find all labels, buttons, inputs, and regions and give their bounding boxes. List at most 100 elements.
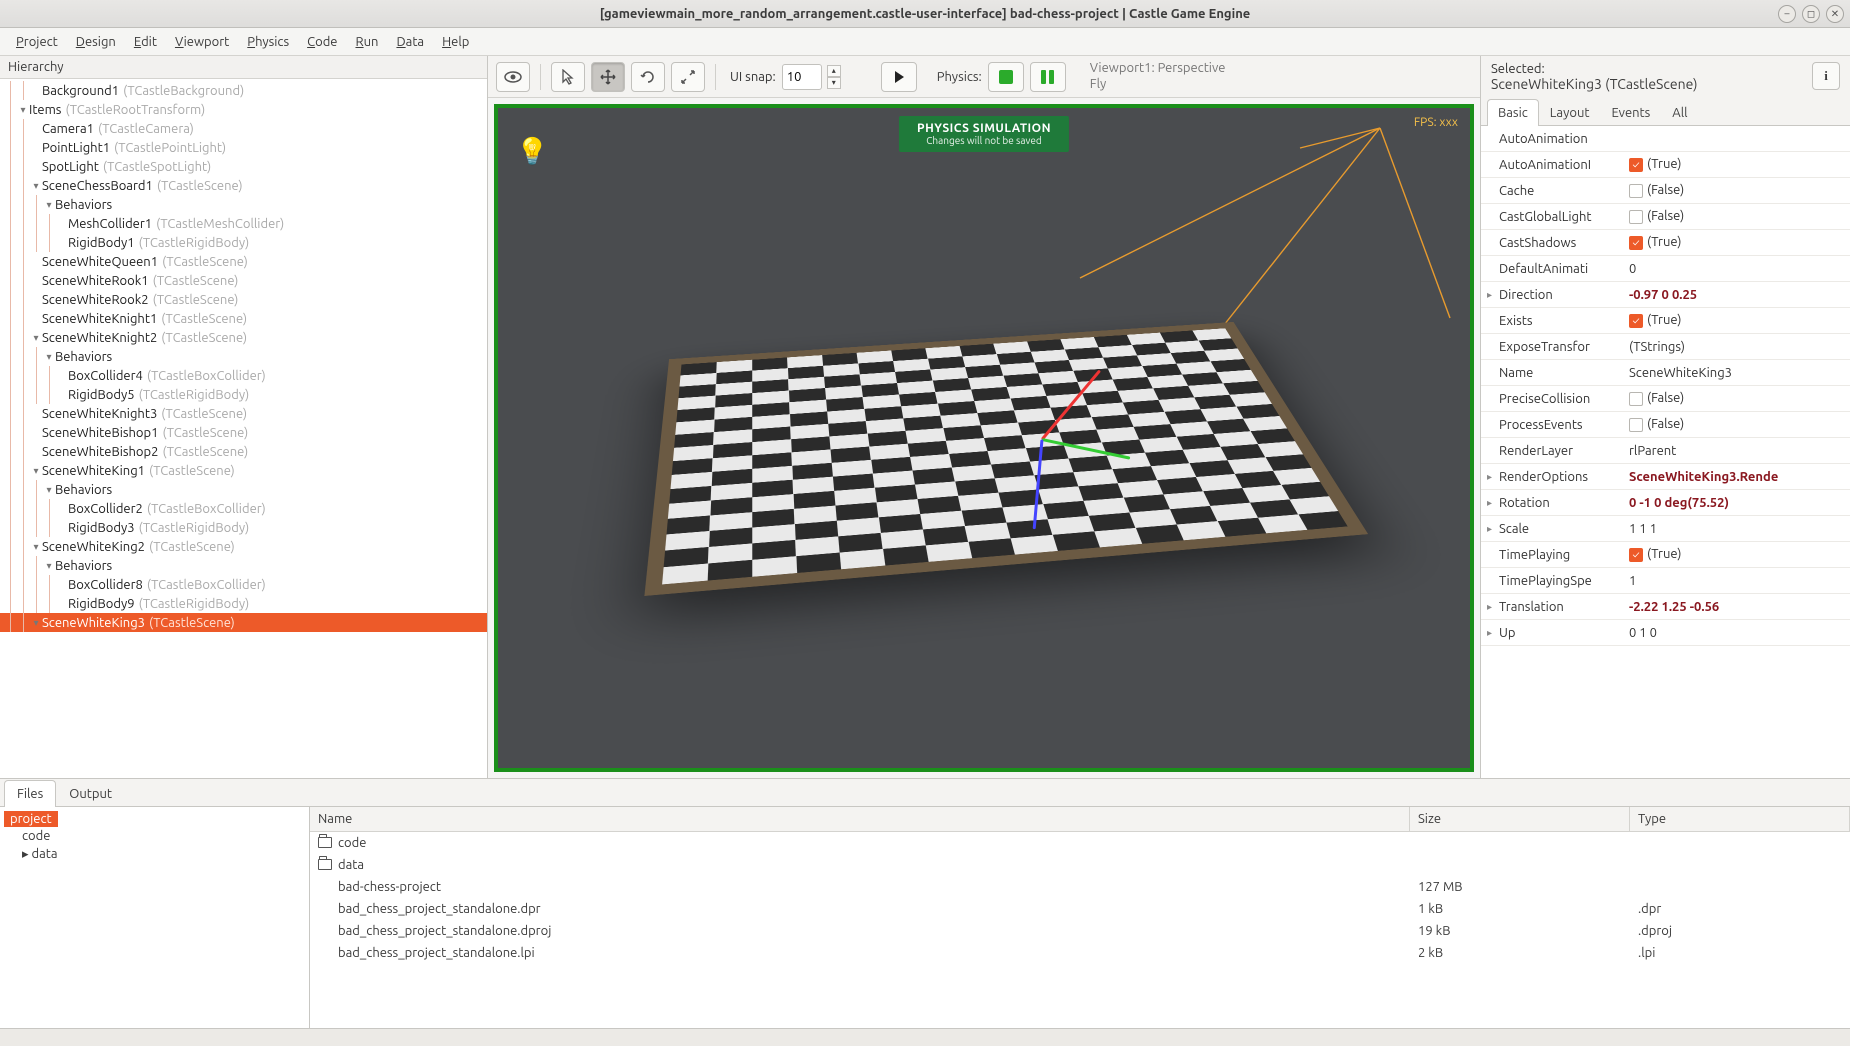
inspector-tab-layout[interactable]: Layout [1539, 99, 1601, 126]
prop-renderlayer[interactable]: RenderLayerrlParent [1481, 438, 1850, 464]
hierarchy-tree[interactable]: Background1(TCastleBackground)▾Items(TCa… [0, 79, 487, 778]
tree-item-boxcollider4[interactable]: BoxCollider4(TCastleBoxCollider) [0, 366, 487, 385]
checkbox-icon[interactable] [1629, 236, 1643, 250]
prop-renderoptions[interactable]: ▸RenderOptionsSceneWhiteKing3.Rende [1481, 464, 1850, 490]
menu-code[interactable]: Code [299, 31, 345, 53]
tree-item-scenewhitebishop2[interactable]: SceneWhiteBishop2(TCastleScene) [0, 442, 487, 461]
prop-defaultanimati[interactable]: DefaultAnimati0 [1481, 256, 1850, 282]
tree-item-scenewhitequeen1[interactable]: SceneWhiteQueen1(TCastleScene) [0, 252, 487, 271]
file-tree[interactable]: projectcode▸ data [0, 807, 310, 1028]
file-list[interactable]: Name Size Type codedatabad-chess-project… [310, 807, 1850, 1028]
tree-item-boxcollider8[interactable]: BoxCollider8(TCastleBoxCollider) [0, 575, 487, 594]
physics-stop-button[interactable] [988, 62, 1024, 92]
tree-item-rigidbody3[interactable]: RigidBody3(TCastleRigidBody) [0, 518, 487, 537]
tree-item-behaviors[interactable]: ▾Behaviors [0, 556, 487, 575]
filetree-code[interactable]: code [18, 827, 305, 845]
tree-item-pointlight1[interactable]: PointLight1(TCastlePointLight) [0, 138, 487, 157]
prop-autoanimationi[interactable]: AutoAnimationI(True) [1481, 152, 1850, 178]
tree-item-behaviors[interactable]: ▾Behaviors [0, 347, 487, 366]
tree-item-scenechessboard1[interactable]: ▾SceneChessBoard1(TCastleScene) [0, 176, 487, 195]
menu-physics[interactable]: Physics [239, 31, 297, 53]
prop-exists[interactable]: Exists(True) [1481, 308, 1850, 334]
menu-data[interactable]: Data [388, 31, 432, 53]
file-row[interactable]: bad_chess_project_standalone.dpr1 kB.dpr [310, 898, 1850, 920]
menu-viewport[interactable]: Viewport [167, 31, 237, 53]
tree-item-behaviors[interactable]: ▾Behaviors [0, 195, 487, 214]
tree-item-scenewhiteking1[interactable]: ▾SceneWhiteKing1(TCastleScene) [0, 461, 487, 480]
file-row[interactable]: code [310, 832, 1850, 854]
close-button[interactable]: ✕ [1826, 5, 1844, 23]
file-row[interactable]: bad_chess_project_standalone.lpi2 kB.lpi [310, 942, 1850, 964]
menu-design[interactable]: Design [68, 31, 124, 53]
bottom-tab-output[interactable]: Output [56, 780, 125, 807]
bottom-tab-files[interactable]: Files [4, 780, 56, 807]
maximize-button[interactable]: ◻ [1802, 5, 1820, 23]
physics-pause-button[interactable] [1030, 62, 1066, 92]
checkbox-icon[interactable] [1629, 314, 1643, 328]
inspector-tab-all[interactable]: All [1661, 99, 1698, 126]
tree-item-rigidbody9[interactable]: RigidBody9(TCastleRigidBody) [0, 594, 487, 613]
tree-item-scenewhiteknight3[interactable]: SceneWhiteKnight3(TCastleScene) [0, 404, 487, 423]
checkbox-icon[interactable] [1629, 184, 1643, 198]
property-grid[interactable]: AutoAnimationAutoAnimationI(True)Cache(F… [1481, 126, 1850, 778]
menu-help[interactable]: Help [434, 31, 477, 53]
select-tool-button[interactable] [551, 62, 585, 92]
tree-item-scenewhiterook1[interactable]: SceneWhiteRook1(TCastleScene) [0, 271, 487, 290]
prop-castshadows[interactable]: CastShadows(True) [1481, 230, 1850, 256]
play-button[interactable] [881, 62, 917, 92]
tree-item-scenewhiteking2[interactable]: ▾SceneWhiteKing2(TCastleScene) [0, 537, 487, 556]
file-row[interactable]: bad_chess_project_standalone.dproj19 kB.… [310, 920, 1850, 942]
checkbox-icon[interactable] [1629, 548, 1643, 562]
prop-timeplaying[interactable]: TimePlaying(True) [1481, 542, 1850, 568]
inspector-tab-basic[interactable]: Basic [1487, 99, 1539, 126]
prop-up[interactable]: ▸Up0 1 0 [1481, 620, 1850, 646]
checkbox-icon[interactable] [1629, 210, 1643, 224]
prop-name[interactable]: NameSceneWhiteKing3 [1481, 360, 1850, 386]
checkbox-icon[interactable] [1629, 392, 1643, 406]
uisnap-down[interactable]: ▾ [827, 77, 841, 89]
uisnap-up[interactable]: ▴ [827, 65, 841, 77]
tree-item-scenewhiteknight1[interactable]: SceneWhiteKnight1(TCastleScene) [0, 309, 487, 328]
prop-direction[interactable]: ▸Direction-0.97 0 0.25 [1481, 282, 1850, 308]
tree-item-boxcollider2[interactable]: BoxCollider2(TCastleBoxCollider) [0, 499, 487, 518]
menu-run[interactable]: Run [347, 31, 386, 53]
tree-item-rigidbody5[interactable]: RigidBody5(TCastleRigidBody) [0, 385, 487, 404]
filetree-project[interactable]: project [4, 811, 58, 827]
file-row[interactable]: bad-chess-project127 MB [310, 876, 1850, 898]
info-button[interactable]: i [1812, 62, 1840, 90]
transform-gizmo[interactable] [1042, 438, 1044, 440]
file-row[interactable]: data [310, 854, 1850, 876]
tree-item-rigidbody1[interactable]: RigidBody1(TCastleRigidBody) [0, 233, 487, 252]
prop-scale[interactable]: ▸Scale1 1 1 [1481, 516, 1850, 542]
prop-cache[interactable]: Cache(False) [1481, 178, 1850, 204]
rotate-tool-button[interactable] [631, 62, 665, 92]
prop-castgloballight[interactable]: CastGlobalLight(False) [1481, 204, 1850, 230]
inspector-tab-events[interactable]: Events [1600, 99, 1661, 126]
scale-tool-button[interactable] [671, 62, 705, 92]
tree-item-background1[interactable]: Background1(TCastleBackground) [0, 81, 487, 100]
tree-item-camera1[interactable]: Camera1(TCastleCamera) [0, 119, 487, 138]
viewport-3d[interactable]: PHYSICS SIMULATION Changes will not be s… [494, 104, 1474, 772]
tree-item-scenewhiteking3[interactable]: ▾SceneWhiteKing3(TCastleScene) [0, 613, 487, 632]
prop-autoanimation[interactable]: AutoAnimation [1481, 126, 1850, 152]
prop-translation[interactable]: ▸Translation-2.22 1.25 -0.56 [1481, 594, 1850, 620]
tree-item-scenewhiterook2[interactable]: SceneWhiteRook2(TCastleScene) [0, 290, 487, 309]
tree-item-scenewhiteknight2[interactable]: ▾SceneWhiteKnight2(TCastleScene) [0, 328, 487, 347]
tree-item-items[interactable]: ▾Items(TCastleRootTransform) [0, 100, 487, 119]
prop-exposetransfor[interactable]: ExposeTransfor(TStrings) [1481, 334, 1850, 360]
prop-timeplayingspe[interactable]: TimePlayingSpe1 [1481, 568, 1850, 594]
prop-rotation[interactable]: ▸Rotation0 -1 0 deg(75.52) [1481, 490, 1850, 516]
menu-project[interactable]: Project [8, 31, 66, 53]
tree-item-scenewhitebishop1[interactable]: SceneWhiteBishop1(TCastleScene) [0, 423, 487, 442]
minimize-button[interactable]: – [1778, 5, 1796, 23]
tree-item-behaviors[interactable]: ▾Behaviors [0, 480, 487, 499]
prop-processevents[interactable]: ProcessEvents(False) [1481, 412, 1850, 438]
move-tool-button[interactable] [591, 62, 625, 92]
prop-precisecollision[interactable]: PreciseCollision(False) [1481, 386, 1850, 412]
filetree-data[interactable]: ▸ data [18, 845, 305, 864]
checkbox-icon[interactable] [1629, 418, 1643, 432]
uisnap-input[interactable] [782, 64, 822, 90]
toggle-visibility-button[interactable] [496, 62, 530, 92]
tree-item-meshcollider1[interactable]: MeshCollider1(TCastleMeshCollider) [0, 214, 487, 233]
tree-item-spotlight[interactable]: SpotLight(TCastleSpotLight) [0, 157, 487, 176]
